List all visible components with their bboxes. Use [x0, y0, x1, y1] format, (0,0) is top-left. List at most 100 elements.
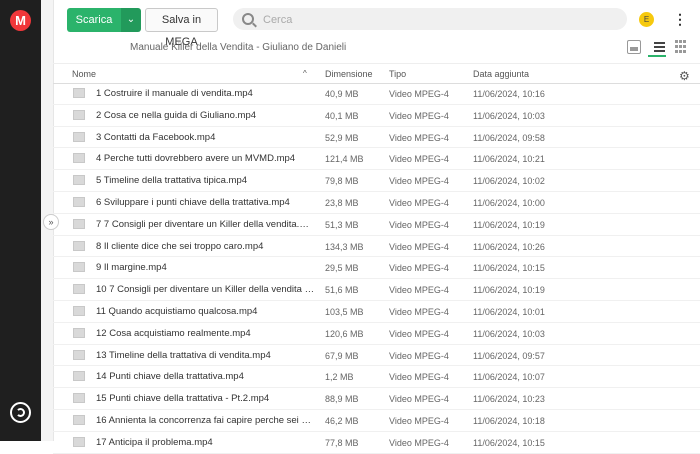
- file-size: 134,3 MB: [325, 241, 364, 252]
- file-date: 11/06/2024, 09:58: [473, 132, 545, 143]
- file-type: Video MPEG-4: [389, 110, 449, 121]
- file-date: 11/06/2024, 10:01: [473, 306, 545, 317]
- video-thumbnail: [73, 349, 85, 360]
- file-size: 1,2 MB: [325, 372, 354, 383]
- file-type: Video MPEG-4: [389, 306, 449, 317]
- file-type: Video MPEG-4: [389, 154, 449, 165]
- active-view-indicator: [648, 55, 666, 57]
- file-date: 11/06/2024, 10:19: [473, 285, 545, 296]
- file-name: 6 Sviluppare i punti chiave della tratta…: [96, 196, 290, 208]
- video-thumbnail: [73, 414, 85, 425]
- table-row[interactable]: 7 7 Consigli per diventare un Killer del…: [53, 214, 700, 236]
- sort-asc-icon[interactable]: ^: [303, 69, 307, 78]
- video-thumbnail: [73, 240, 85, 251]
- table-row[interactable]: 12 Cosa acquistiamo realmente.mp4 120,6 M…: [53, 323, 700, 345]
- table-row[interactable]: 10 7 Consigli per diventare un Killer de…: [53, 279, 700, 301]
- file-size: 51,3 MB: [325, 219, 359, 230]
- table-row[interactable]: 16 Annienta la concorrenza fai capire pe…: [53, 410, 700, 432]
- file-name: 5 Timeline della trattativa tipica.mp4: [96, 175, 248, 187]
- file-date: 11/06/2024, 10:03: [473, 110, 545, 121]
- column-name-header[interactable]: Nome: [72, 69, 96, 79]
- search-input[interactable]: [261, 11, 605, 29]
- column-settings-icon[interactable]: ⚙: [679, 69, 690, 83]
- table-row[interactable]: 17 Anticipa il problema.mp4 77,8 MB Video …: [53, 432, 700, 454]
- list-view-icon[interactable]: [651, 40, 665, 54]
- table-row[interactable]: 5 Timeline della trattativa tipica.mp4 79…: [53, 170, 700, 192]
- download-dropdown-button[interactable]: ⌄: [121, 8, 141, 32]
- file-size: 40,9 MB: [325, 89, 359, 99]
- file-type: Video MPEG-4: [389, 89, 449, 99]
- table-row[interactable]: 4 Perche tutti dovrebbero avere un MVMD.…: [53, 148, 700, 171]
- file-size: 46,2 MB: [325, 415, 359, 426]
- video-thumbnail: [73, 393, 85, 404]
- file-size: 121,4 MB: [325, 154, 364, 165]
- file-type: Video MPEG-4: [389, 132, 449, 143]
- video-thumbnail: [73, 196, 85, 207]
- file-type: Video MPEG-4: [389, 350, 449, 361]
- file-date: 11/06/2024, 10:15: [473, 437, 545, 448]
- file-date: 11/06/2024, 10:03: [473, 328, 545, 339]
- file-type: Video MPEG-4: [389, 394, 449, 405]
- column-date-header[interactable]: Data aggiunta: [473, 69, 529, 79]
- file-type: Video MPEG-4: [389, 328, 449, 339]
- file-date: 11/06/2024, 10:18: [473, 415, 545, 426]
- video-thumbnail: [73, 131, 85, 142]
- file-name: 4 Perche tutti dovrebbero avere un MVMD.…: [96, 153, 296, 165]
- table-row[interactable]: 8 Il cliente dice che sei troppo caro.mp…: [53, 236, 700, 258]
- table-row[interactable]: 9 Il margine.mp4 29,5 MB Video MPEG-4 11/06…: [53, 257, 700, 280]
- save-to-mega-button[interactable]: Salva in MEGA: [145, 8, 218, 48]
- video-thumbnail: [73, 88, 85, 98]
- file-name: 9 Il margine.mp4: [96, 262, 167, 274]
- more-options-icon[interactable]: ⋮: [673, 10, 687, 28]
- video-thumbnail: [73, 371, 85, 382]
- avatar[interactable]: E: [639, 12, 654, 27]
- file-type: Video MPEG-4: [389, 176, 449, 187]
- table-row[interactable]: 3 Contatti da Facebook.mp4 52,9 MB Video M…: [53, 127, 700, 149]
- download-button[interactable]: Scarica: [67, 8, 121, 32]
- video-thumbnail: [73, 262, 85, 273]
- table-row[interactable]: 14 Punti chiave della trattativa.mp4 1,2 …: [53, 366, 700, 389]
- file-type: Video MPEG-4: [389, 372, 449, 383]
- video-thumbnail: [73, 327, 85, 338]
- thumbnail-view-icon[interactable]: [627, 40, 641, 54]
- file-size: 103,5 MB: [325, 306, 364, 317]
- file-type: Video MPEG-4: [389, 197, 449, 208]
- file-name: 10 7 Consigli per diventare un Killer de…: [96, 284, 316, 296]
- file-size: 51,6 MB: [325, 285, 359, 296]
- file-date: 11/06/2024, 10:23: [473, 394, 545, 405]
- file-size: 67,9 MB: [325, 350, 359, 361]
- column-size-header[interactable]: Dimensione: [325, 69, 373, 79]
- table-row[interactable]: 11 Quando acquistiamo qualcosa.mp4 103,5 …: [53, 301, 700, 323]
- file-date: 11/06/2024, 10:21: [473, 154, 545, 165]
- file-type: Video MPEG-4: [389, 437, 449, 448]
- file-name: 11 Quando acquistiamo qualcosa.mp4: [96, 305, 258, 317]
- file-type: Video MPEG-4: [389, 285, 449, 296]
- file-name: 8 Il cliente dice che sei troppo caro.mp…: [96, 240, 264, 252]
- search-bar[interactable]: [233, 8, 627, 30]
- table-row[interactable]: 15 Punti chiave della trattativa - Pt.2.…: [53, 388, 700, 410]
- grid-view-icon[interactable]: [675, 40, 689, 54]
- file-date: 11/06/2024, 09:57: [473, 350, 545, 361]
- file-date: 11/06/2024, 10:02: [473, 176, 545, 187]
- search-icon: [242, 13, 254, 25]
- file-name: 13 Timeline della trattativa di vendita.…: [96, 349, 271, 361]
- file-list: 1 Costruire il manuale di vendita.mp4 40,…: [53, 83, 700, 454]
- file-type: Video MPEG-4: [389, 263, 449, 274]
- table-row[interactable]: 1 Costruire il manuale di vendita.mp4 40,…: [53, 83, 700, 105]
- table-row[interactable]: 6 Sviluppare i punti chiave della tratta…: [53, 192, 700, 214]
- table-header: Nome ^ Dimensione Tipo Data aggiunta ⚙: [53, 63, 700, 84]
- video-thumbnail: [73, 175, 85, 186]
- video-thumbnail: [73, 305, 85, 316]
- file-size: 40,1 MB: [325, 110, 359, 121]
- table-row[interactable]: 2 Cosa ce nella guida di Giuliano.mp4 40,…: [53, 105, 700, 127]
- file-name: 16 Annienta la concorrenza fai capire pe…: [96, 414, 316, 426]
- file-name: 1 Costruire il manuale di vendita.mp4: [96, 88, 253, 99]
- mega-logo[interactable]: M: [10, 10, 31, 31]
- table-row[interactable]: 13 Timeline della trattativa di vendita.…: [53, 345, 700, 367]
- file-name: 15 Punti chiave della trattativa - Pt.2.…: [96, 393, 270, 405]
- file-size: 29,5 MB: [325, 263, 359, 274]
- file-type: Video MPEG-4: [389, 415, 449, 426]
- column-type-header[interactable]: Tipo: [389, 69, 406, 79]
- file-name: 2 Cosa ce nella guida di Giuliano.mp4: [96, 109, 257, 121]
- sync-icon[interactable]: [10, 402, 31, 423]
